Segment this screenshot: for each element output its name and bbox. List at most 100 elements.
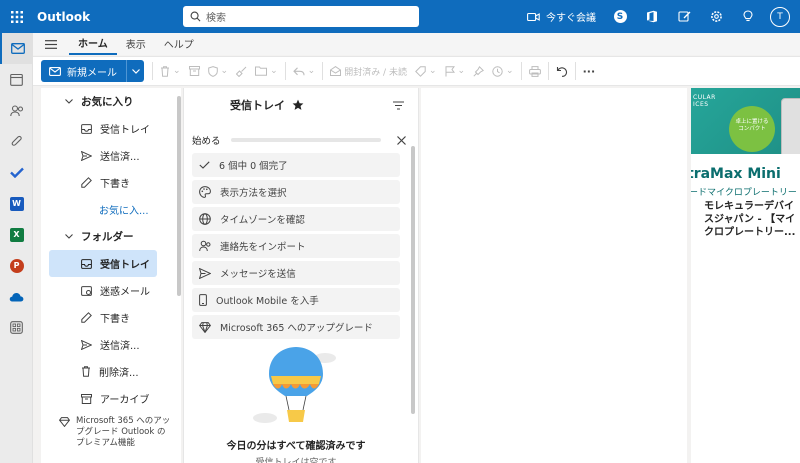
search-input[interactable]: 検索: [183, 6, 419, 27]
task-choose-view[interactable]: 表示方法を選択: [192, 180, 400, 204]
avatar[interactable]: T: [770, 6, 790, 27]
task-progress[interactable]: 6 個中 0 個完了: [192, 153, 400, 177]
rail-more-apps[interactable]: [0, 312, 33, 343]
rail-powerpoint[interactable]: P: [0, 250, 33, 281]
flag-button[interactable]: ⌄: [441, 60, 470, 82]
chevron-down-icon: ⌄: [307, 66, 316, 76]
app-launcher-button[interactable]: [0, 0, 33, 33]
favorites-header[interactable]: お気に入り: [41, 88, 181, 115]
new-mail-dropdown[interactable]: [126, 60, 144, 82]
star-icon[interactable]: [292, 99, 304, 111]
rail-people[interactable]: [0, 95, 33, 126]
add-favorite-link[interactable]: お気に入...: [41, 196, 181, 223]
move-to-button[interactable]: ⌄: [251, 60, 282, 82]
excel-icon: X: [9, 227, 24, 242]
waffle-icon: [10, 10, 23, 23]
folders-label: フォルダー: [81, 231, 134, 243]
broom-icon: [236, 66, 247, 77]
junk-mail-icon: [81, 285, 92, 296]
task-label: 6 個中 0 個完了: [219, 161, 288, 172]
folder-sent[interactable]: 送信済...: [41, 331, 181, 358]
checkmark-icon: [199, 161, 210, 169]
phone-icon: [199, 294, 207, 306]
rail-word[interactable]: W: [0, 188, 33, 219]
new-mail-button[interactable]: 新規メール: [41, 60, 126, 82]
rail-excel[interactable]: X: [0, 219, 33, 250]
task-timezone[interactable]: タイムゾーンを確認: [192, 207, 400, 231]
upgrade-promo[interactable]: Microsoft 365 へのアップグレード Outlook のプレミアム機能: [41, 416, 181, 449]
filter-icon[interactable]: [393, 101, 404, 110]
rail-files[interactable]: [0, 126, 33, 157]
folder-label: 下書き: [100, 179, 130, 190]
rail-onedrive[interactable]: [0, 281, 33, 312]
print-button[interactable]: [525, 60, 545, 82]
divider: [520, 62, 522, 80]
archive-button[interactable]: [185, 60, 204, 82]
compose-notes-button[interactable]: [668, 0, 700, 33]
collapse-nav-button[interactable]: [33, 33, 69, 55]
folder-drafts[interactable]: 下書き: [41, 304, 181, 331]
task-get-mobile[interactable]: Outlook Mobile を入手: [192, 288, 400, 312]
trash-icon: [161, 65, 169, 77]
favorite-drafts[interactable]: 下書き: [41, 169, 181, 196]
folder-label: 受信トレイ: [100, 260, 150, 271]
rail-mail[interactable]: [0, 33, 33, 64]
folder-move-icon: [255, 66, 268, 76]
message-list-title: 受信トレイ: [230, 99, 285, 112]
hot-air-balloon-illustration: [253, 347, 336, 423]
ad-image: CULAR ICES 卓上に置ける コンパクト: [691, 88, 800, 154]
paperclip-icon: [11, 135, 22, 146]
favorite-inbox[interactable]: 受信トレイ: [41, 115, 181, 142]
diamond-icon: [59, 417, 70, 427]
message-list-scrollbar[interactable]: [411, 146, 415, 414]
tips-button[interactable]: [732, 0, 764, 33]
mark-read-button[interactable]: 開封済み / 未読: [326, 60, 411, 82]
tab-view[interactable]: 表示: [117, 36, 155, 55]
ad-description[interactable]: モレキュラーデバイスジャパン - 【マイクロプレートリー...: [704, 200, 798, 239]
skype-button[interactable]: S: [604, 0, 636, 33]
favorite-sent[interactable]: 送信済...: [41, 142, 181, 169]
task-label: メッセージを送信: [220, 269, 296, 280]
video-camera-icon: [527, 12, 540, 21]
delete-button[interactable]: ⌄: [156, 60, 185, 82]
task-label: 表示方法を選択: [220, 188, 287, 199]
tab-home[interactable]: ホーム: [69, 35, 117, 55]
mail-icon: [10, 43, 25, 54]
office-button[interactable]: [636, 0, 668, 33]
task-upgrade[interactable]: Microsoft 365 へのアップグレード: [192, 315, 400, 339]
mail-icon: [49, 66, 61, 76]
folder-junk[interactable]: 迷惑メール: [41, 277, 181, 304]
folder-scrollbar[interactable]: [177, 96, 181, 296]
favorites-label: お気に入り: [81, 96, 134, 108]
chevron-down-icon: ⌄: [428, 66, 437, 76]
printer-icon: [528, 65, 541, 77]
folders-header[interactable]: フォルダー: [41, 223, 181, 250]
snooze-button[interactable]: ⌄: [488, 60, 518, 82]
more-options-button[interactable]: ···: [579, 60, 600, 82]
settings-button[interactable]: [700, 0, 732, 33]
meet-now-button[interactable]: 今すぐ会議: [519, 9, 604, 24]
pin-button[interactable]: [469, 60, 488, 82]
report-button[interactable]: ⌄: [204, 60, 233, 82]
shield-icon: [207, 65, 218, 77]
folder-deleted[interactable]: 削除済...: [41, 358, 181, 385]
chevron-down-icon: ⌄: [173, 66, 181, 76]
rail-todo[interactable]: [0, 157, 33, 188]
message-list-header: 受信トレイ: [184, 88, 418, 122]
categorize-button[interactable]: ⌄: [411, 60, 441, 82]
sweep-button[interactable]: [232, 60, 251, 82]
close-icon[interactable]: [397, 135, 406, 145]
task-import-contacts[interactable]: 連絡先をインポート: [192, 234, 400, 258]
reply-button[interactable]: ⌄: [289, 60, 320, 82]
task-send-message[interactable]: メッセージを送信: [192, 261, 400, 285]
pencil-icon: [81, 177, 92, 188]
undo-button[interactable]: [552, 60, 572, 82]
folder-inbox[interactable]: 受信トレイ: [49, 250, 157, 277]
tab-help[interactable]: ヘルプ: [155, 36, 203, 55]
advertisement-panel[interactable]: CULAR ICES 卓上に置ける コンパクト traMax Mini ードマイ…: [691, 88, 800, 463]
app-name[interactable]: Outlook: [37, 10, 185, 24]
rail-calendar[interactable]: [0, 64, 33, 95]
search-placeholder: 検索: [206, 13, 226, 24]
folder-archive[interactable]: アーカイブ: [41, 385, 181, 412]
ad-headline: traMax Mini: [691, 166, 781, 182]
